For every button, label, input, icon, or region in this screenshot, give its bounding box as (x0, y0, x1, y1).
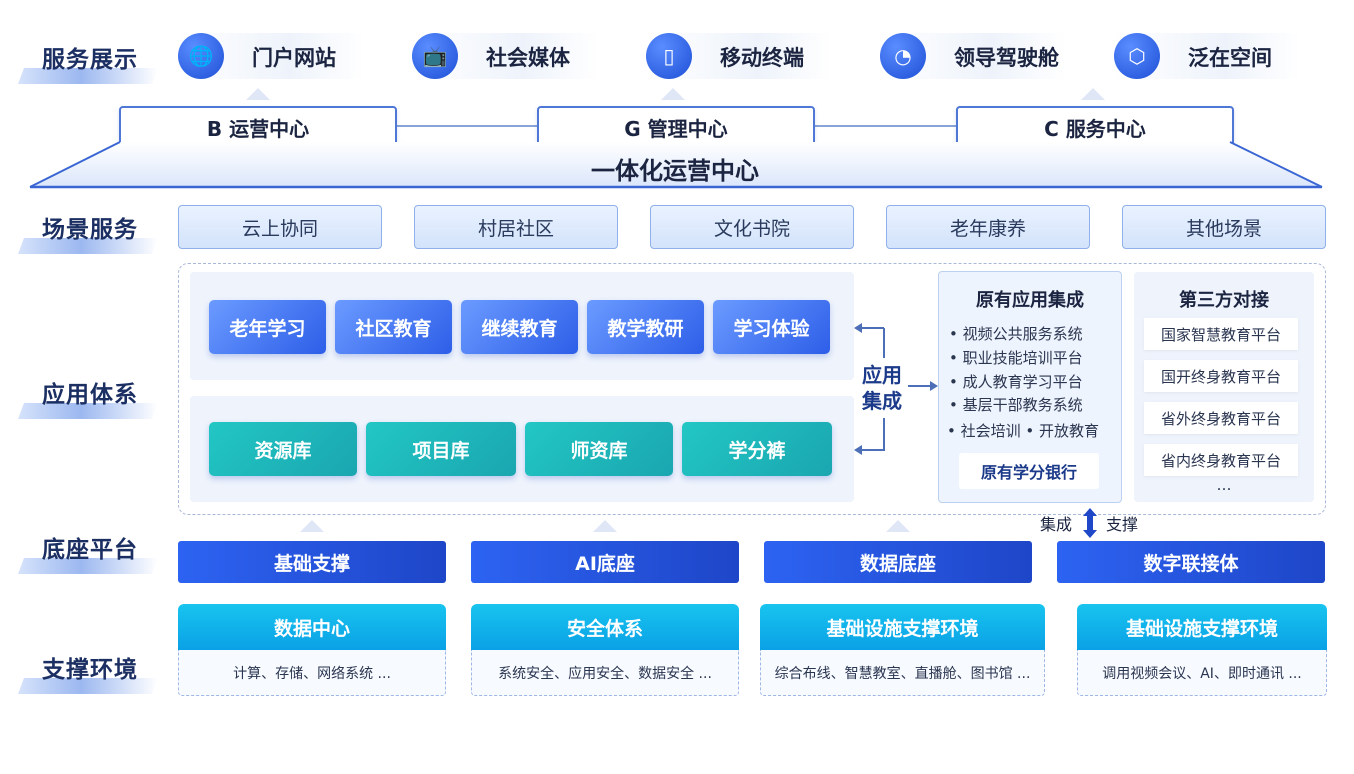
original-apps-card: 原有应用集成 • 视频公共服务系统 • 职业技能培训平台 • 成人教育学习平台 … (938, 271, 1122, 503)
platform-data[interactable]: 数据底座 (764, 541, 1032, 583)
env-infrastructure-2-desc: 调用视频会议、AI、即时通讯 ... (1077, 650, 1327, 696)
app-continuing-edu[interactable]: 继续教育 (461, 300, 578, 354)
list-item: • 基层干部教务系统 (949, 396, 1083, 414)
scene-cloud-collab[interactable]: 云上协同 (178, 205, 382, 249)
app-elderly-learning[interactable]: 老年学习 (209, 300, 326, 354)
original-apps-title: 原有应用集成 (976, 290, 1084, 311)
up-arrow-icon (300, 520, 324, 532)
app-community-edu[interactable]: 社区教育 (335, 300, 452, 354)
lib-teacher[interactable]: 师资库 (525, 422, 673, 476)
row-label-platform: 底座平台 (18, 528, 168, 572)
integration-label: 应用 集成 (862, 363, 902, 413)
original-credit-bank[interactable]: 原有学分银行 (959, 453, 1099, 489)
third-party-item[interactable]: 省内终身教育平台 (1144, 444, 1298, 476)
scene-culture-academy[interactable]: 文化书院 (650, 205, 854, 249)
up-arrow-icon (886, 520, 910, 532)
platform-digital-connector[interactable]: 数字联接体 (1057, 541, 1325, 583)
lib-project[interactable]: 项目库 (366, 422, 516, 476)
list-item: • 社会培训 • 开放教育 (947, 422, 1100, 440)
env-security-desc: 系统安全、应用安全、数据安全 ... (471, 650, 739, 696)
platform-basic-support[interactable]: 基础支撑 (178, 541, 446, 583)
platform-ai[interactable]: AI底座 (471, 541, 739, 583)
third-party-item[interactable]: 国家智慧教育平台 (1144, 318, 1298, 350)
third-party-title: 第三方对接 (1179, 290, 1269, 311)
env-infrastructure[interactable]: 基础设施支撑环境 (760, 604, 1045, 650)
env-security[interactable]: 安全体系 (471, 604, 739, 650)
double-arrow-icon (1083, 508, 1097, 538)
row-label-env: 支撑环境 (18, 648, 168, 692)
list-item: • 职业技能培训平台 (949, 349, 1083, 367)
list-item: • 视频公共服务系统 (949, 325, 1083, 343)
row-label-scene: 场景服务 (18, 208, 168, 252)
third-party-item[interactable]: 省外终身教育平台 (1144, 402, 1298, 434)
integrated-center-title: 一体化运营中心 (591, 157, 759, 185)
app-teaching-research[interactable]: 教学教研 (587, 300, 704, 354)
integrate-label: 集成 (1040, 515, 1073, 534)
row-label-app: 应用体系 (18, 373, 168, 417)
env-infrastructure-2[interactable]: 基础设施支撑环境 (1077, 604, 1327, 650)
third-party-item[interactable]: 国开终身教育平台 (1144, 360, 1298, 392)
support-label: 支撑 (1106, 515, 1139, 534)
lib-resource[interactable]: 资源库 (209, 422, 357, 476)
list-item: • 成人教育学习平台 (949, 373, 1083, 391)
app-learning-experience[interactable]: 学习体验 (713, 300, 830, 354)
lib-credit[interactable]: 学分裤 (682, 422, 832, 476)
scene-village-community[interactable]: 村居社区 (414, 205, 618, 249)
env-infrastructure-desc: 综合布线、智慧教室、直播舱、图书馆 ... (760, 650, 1045, 696)
third-party-more: … (1216, 476, 1232, 494)
scene-elderly-care[interactable]: 老年康养 (886, 205, 1090, 249)
up-arrow-icon (593, 520, 617, 532)
third-party-card: 第三方对接 国家智慧教育平台 国开终身教育平台 省外终身教育平台 省内终身教育平… (1134, 272, 1314, 502)
env-data-center-desc: 计算、存储、网络系统 ... (178, 650, 446, 696)
env-data-center[interactable]: 数据中心 (178, 604, 446, 650)
scene-other[interactable]: 其他场景 (1122, 205, 1326, 249)
